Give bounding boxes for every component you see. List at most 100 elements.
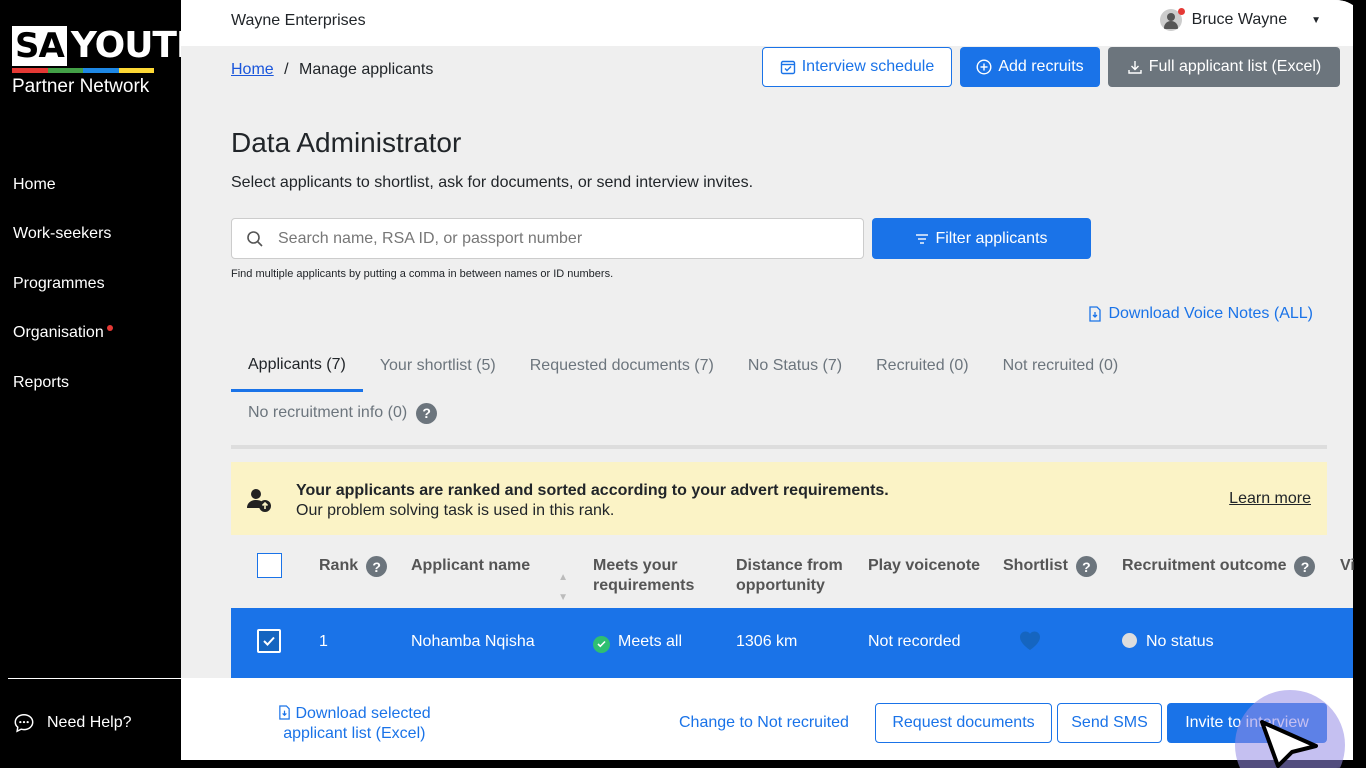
row-rank: 1 bbox=[319, 633, 328, 650]
sidebar-nav: Home Work-seekers Programmes Organisatio… bbox=[13, 160, 113, 408]
help-question-icon[interactable]: ? bbox=[1294, 556, 1316, 577]
table-row[interactable]: 1 Nohamba Nqisha Meets all 1306 km Not r… bbox=[231, 608, 1353, 678]
column-distance-label-1: Distance from bbox=[736, 557, 843, 574]
column-rank[interactable]: Rank ? bbox=[319, 556, 388, 577]
row-outcome-label: No status bbox=[1146, 633, 1214, 650]
banner-line-1: Your applicants are ranked and sorted ac… bbox=[296, 482, 889, 499]
send-sms-button[interactable]: Send SMS bbox=[1057, 703, 1162, 743]
row-meets-label: Meets all bbox=[618, 633, 683, 650]
column-rank-label: Rank bbox=[319, 557, 359, 574]
select-all-checkbox[interactable] bbox=[257, 553, 282, 578]
sidebar-item-organisation[interactable]: Organisation bbox=[13, 309, 113, 359]
tab-your-shortlist[interactable]: Your shortlist (5) bbox=[363, 340, 513, 392]
sidebar-item-work-seekers[interactable]: Work-seekers bbox=[13, 210, 113, 260]
need-help-button[interactable]: Need Help? bbox=[13, 712, 132, 734]
sidebar-item-label: Programmes bbox=[13, 274, 105, 292]
sidebar-item-label: Reports bbox=[13, 373, 70, 391]
download-selected-line-1: Download selected bbox=[295, 705, 431, 722]
full-applicant-list-button[interactable]: Full applicant list (Excel) bbox=[1108, 47, 1340, 87]
sidebar-item-reports[interactable]: Reports bbox=[13, 358, 113, 408]
breadcrumb: Home / Manage applicants bbox=[231, 61, 433, 79]
tab-applicants[interactable]: Applicants (7) bbox=[231, 340, 363, 392]
checkmark-icon bbox=[263, 636, 275, 646]
download-voice-notes-label: Download Voice Notes (ALL) bbox=[1108, 305, 1313, 322]
column-overflow: Vi bbox=[1340, 556, 1355, 576]
filter-applicants-label: Filter applicants bbox=[935, 229, 1048, 247]
tab-recruited[interactable]: Recruited (0) bbox=[859, 340, 985, 392]
tab-requested-documents[interactable]: Requested documents (7) bbox=[513, 340, 731, 392]
row-distance: 1306 km bbox=[736, 633, 798, 650]
breadcrumb-home-link[interactable]: Home bbox=[231, 61, 274, 78]
tab-no-recruitment-info[interactable]: No recruitment info (0) ? bbox=[231, 392, 1327, 434]
logo-stripe bbox=[12, 68, 154, 73]
search-input[interactable] bbox=[278, 229, 838, 248]
help-question-icon[interactable]: ? bbox=[416, 402, 438, 424]
breadcrumb-current: Manage applicants bbox=[299, 61, 434, 78]
applicant-tabs: Applicants (7) Your shortlist (5) Reques… bbox=[231, 340, 1327, 434]
tabs-divider bbox=[231, 445, 1327, 449]
mouse-pointer-icon bbox=[1260, 720, 1318, 768]
row-voicenote: Not recorded bbox=[868, 633, 961, 650]
filter-applicants-button[interactable]: Filter applicants bbox=[872, 218, 1091, 259]
ranking-info-banner: Your applicants are ranked and sorted ac… bbox=[231, 462, 1327, 535]
check-circle-icon bbox=[593, 635, 610, 653]
column-shortlist: Shortlist ? bbox=[1003, 556, 1097, 577]
banner-line-2: Our problem solving task is used in this… bbox=[296, 502, 615, 519]
row-applicant-name[interactable]: Nohamba Nqisha bbox=[411, 633, 535, 651]
add-recruits-button[interactable]: Add recruits bbox=[960, 47, 1100, 87]
app-frame: SA YOUTH Partner Network Home Work-seeke… bbox=[0, 0, 1366, 768]
column-applicant-name[interactable]: Applicant name ▲ ▼ bbox=[411, 556, 568, 608]
row-checkbox[interactable] bbox=[257, 629, 281, 653]
sidebar-item-home[interactable]: Home bbox=[13, 160, 113, 210]
download-selected-link[interactable]: Download selected applicant list (Excel) bbox=[278, 704, 431, 744]
main-content: Wayne Enterprises Bruce Wayne ▼ Home / M… bbox=[181, 0, 1355, 760]
user-rank-icon bbox=[247, 489, 271, 512]
caret-down-icon: ▼ bbox=[1311, 14, 1321, 26]
file-download-icon bbox=[279, 705, 290, 720]
help-question-icon[interactable]: ? bbox=[1075, 556, 1097, 577]
tab-no-status[interactable]: No Status (7) bbox=[731, 340, 859, 392]
column-shortlist-label: Shortlist bbox=[1003, 557, 1068, 574]
page-subtitle: Select applicants to shortlist, ask for … bbox=[231, 174, 754, 191]
search-icon bbox=[247, 230, 263, 247]
chat-bubble-icon bbox=[14, 714, 34, 733]
calendar-check-icon bbox=[780, 60, 795, 75]
row-recruitment-outcome[interactable]: No status bbox=[1122, 633, 1214, 651]
column-name-label: Applicant name bbox=[411, 557, 531, 574]
download-voice-notes-link[interactable]: Download Voice Notes (ALL) bbox=[1088, 305, 1313, 323]
heart-icon[interactable] bbox=[1017, 627, 1043, 653]
column-play-voicenote: Play voicenote bbox=[868, 556, 980, 576]
top-bar: Wayne Enterprises Bruce Wayne ▼ bbox=[181, 0, 1353, 46]
logo-sa-text: SA bbox=[12, 26, 67, 66]
help-question-icon[interactable]: ? bbox=[366, 556, 388, 577]
page-title: Data Administrator bbox=[231, 127, 462, 158]
sidebar-item-programmes[interactable]: Programmes bbox=[13, 259, 113, 309]
sidebar-item-label: Work-seekers bbox=[13, 225, 112, 243]
organisation-name: Wayne Enterprises bbox=[231, 12, 366, 29]
breadcrumb-separator: / bbox=[284, 61, 289, 78]
user-notification-dot bbox=[1177, 8, 1185, 15]
column-distance-label-2: opportunity bbox=[736, 577, 825, 594]
full-applicant-list-label: Full applicant list (Excel) bbox=[1148, 58, 1322, 75]
user-name: Bruce Wayne bbox=[1191, 11, 1288, 28]
search-box[interactable] bbox=[231, 218, 864, 259]
add-recruits-label: Add recruits bbox=[998, 58, 1084, 75]
tab-no-recruitment-info-label: No recruitment info (0) bbox=[248, 404, 408, 421]
download-icon bbox=[1128, 61, 1142, 74]
interview-schedule-button[interactable]: Interview schedule bbox=[762, 47, 952, 87]
table-header: Rank ? Applicant name ▲ ▼ Meets your requ… bbox=[231, 550, 1355, 608]
change-to-not-recruited-button[interactable]: Change to Not recruited bbox=[679, 714, 849, 732]
column-meets-label-1: Meets your bbox=[593, 557, 678, 574]
plus-circle-icon bbox=[976, 59, 992, 75]
request-documents-button[interactable]: Request documents bbox=[875, 703, 1052, 743]
sidebar: SA YOUTH Partner Network Home Work-seeke… bbox=[0, 0, 206, 768]
interview-schedule-label: Interview schedule bbox=[801, 58, 935, 75]
filter-icon bbox=[916, 233, 929, 244]
need-help-label: Need Help? bbox=[47, 714, 132, 731]
tab-not-recruited[interactable]: Not recruited (0) bbox=[986, 340, 1136, 392]
status-dot-icon bbox=[1122, 633, 1137, 648]
user-menu[interactable]: Bruce Wayne ▼ bbox=[1159, 8, 1321, 31]
learn-more-link[interactable]: Learn more bbox=[1229, 490, 1311, 508]
column-meets-requirements: Meets your requirements bbox=[593, 556, 694, 596]
sa-youth-logo[interactable]: SA YOUTH Partner Network bbox=[12, 26, 206, 98]
